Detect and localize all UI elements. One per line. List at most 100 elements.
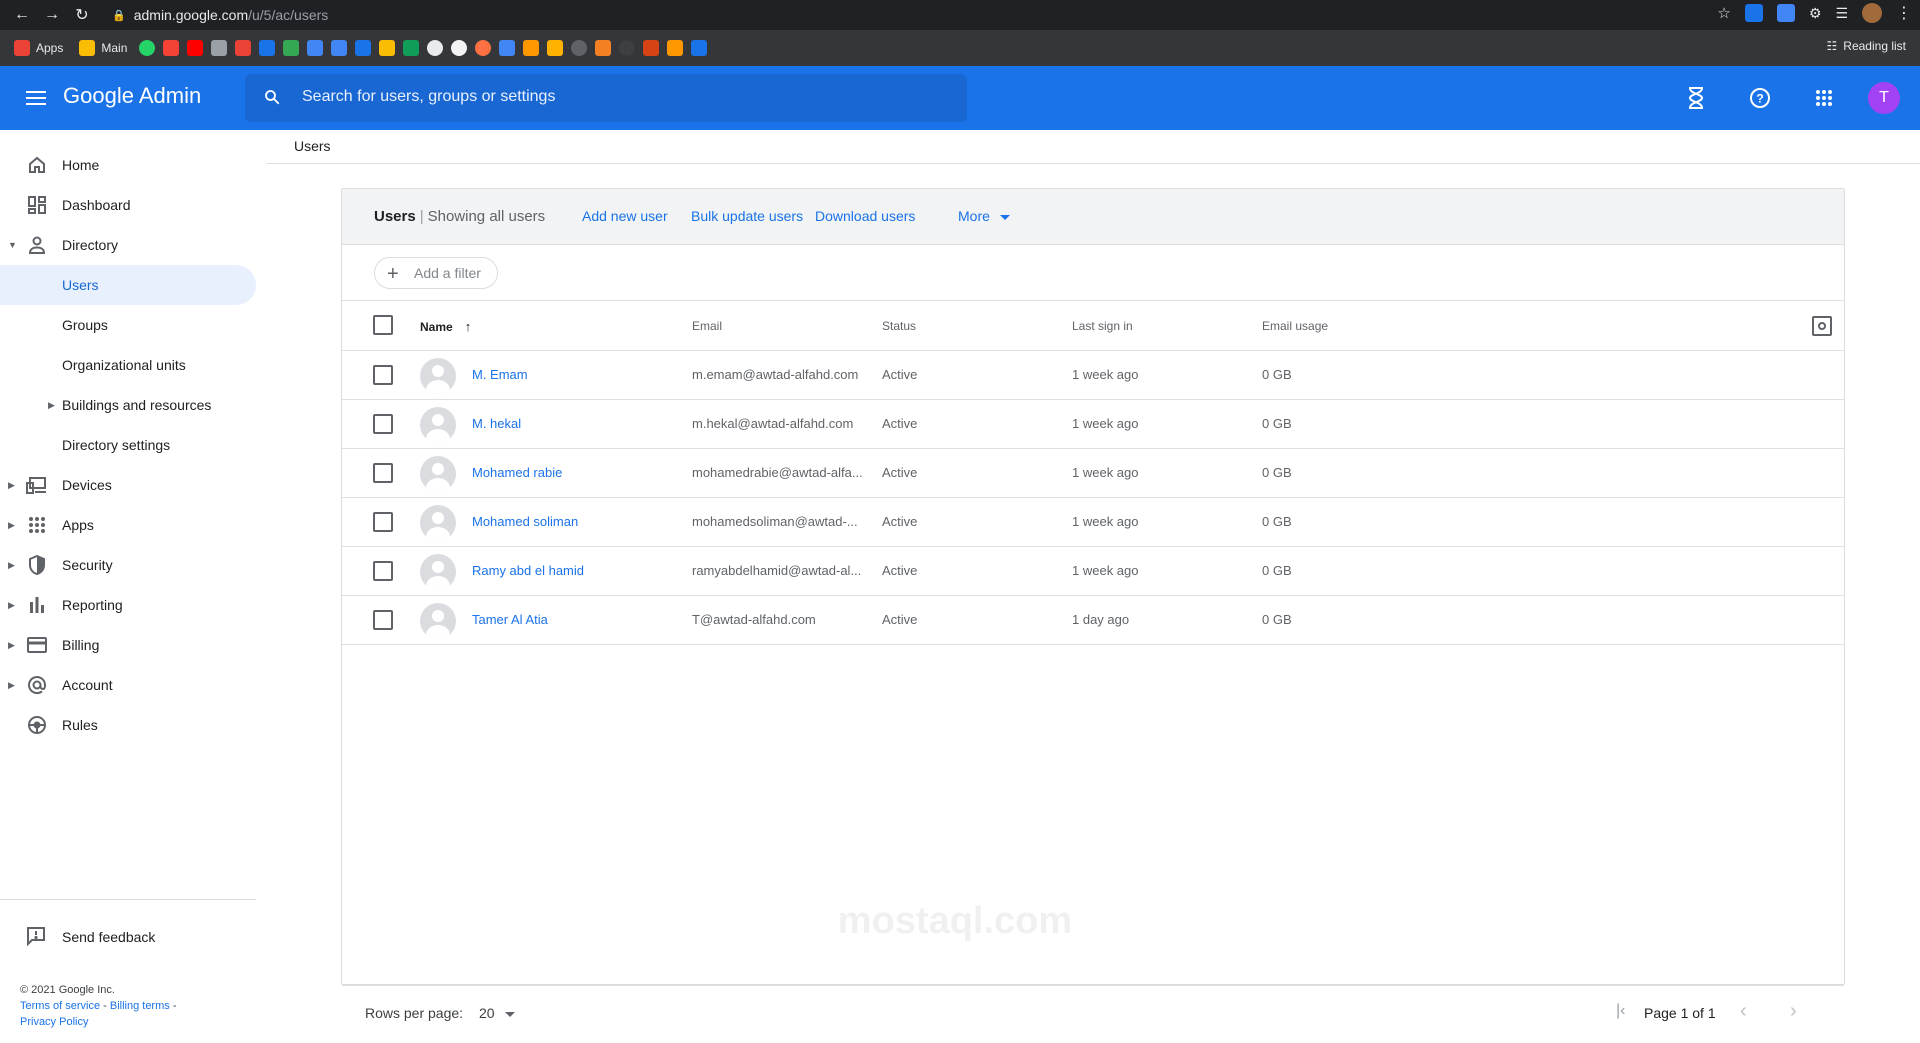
column-settings-icon[interactable] [1812, 316, 1832, 336]
circle-icon[interactable] [475, 40, 492, 56]
sidebar-item-users[interactable]: Users [0, 265, 256, 305]
pdf-icon[interactable] [163, 40, 180, 56]
search-input[interactable]: Search for users, groups or settings [245, 74, 967, 122]
row-checkbox[interactable] [373, 365, 393, 385]
sidebar-item-devices[interactable]: ▶ Devices [0, 465, 256, 505]
hamburger-menu-icon[interactable] [24, 86, 48, 110]
hourglass-icon[interactable] [1676, 78, 1716, 118]
mail-icon[interactable] [211, 40, 228, 56]
sidebar-item-rules[interactable]: Rules [0, 705, 256, 745]
sidebar-item-dashboard[interactable]: Dashboard [0, 185, 256, 225]
add-filter-button[interactable]: + Add a filter [374, 257, 498, 289]
user-name-link[interactable]: M. Emam [472, 367, 528, 382]
caret-right-icon[interactable]: ▶ [48, 400, 55, 411]
caret-right-icon[interactable]: ▶ [8, 520, 15, 531]
dark-circle-icon[interactable] [619, 40, 636, 56]
caret-right-icon[interactable]: ▶ [8, 560, 15, 571]
table-row[interactable]: M. Emam m.emam@awtad-alfahd.com Active 1… [342, 351, 1844, 400]
sidebar-item-home[interactable]: Home [0, 145, 256, 185]
table-row[interactable]: Ramy abd el hamid ramyabdelhamid@awtad-a… [342, 547, 1844, 596]
bookmark-icon[interactable] [259, 40, 276, 56]
sidebar-item-security[interactable]: ▶ Security [0, 545, 256, 585]
user-name-link[interactable]: Mohamed soliman [472, 514, 578, 529]
calendar-icon[interactable] [307, 40, 324, 56]
media-icon[interactable]: ☰ [1835, 5, 1848, 22]
box-icon[interactable] [523, 40, 540, 56]
youtube-icon[interactable] [187, 40, 204, 56]
help-icon[interactable]: ? [1740, 78, 1780, 118]
bookmark-main[interactable]: Main [75, 38, 131, 58]
caret-right-icon[interactable]: ▶ [8, 640, 15, 651]
whatsapp-icon[interactable] [139, 40, 156, 56]
translate-icon[interactable] [1776, 4, 1795, 22]
column-email-usage[interactable]: Email usage [1262, 319, 1328, 333]
sidebar-item-apps[interactable]: ▶ Apps [0, 505, 256, 545]
sidebar-item-directory[interactable]: ▼ Directory [0, 225, 256, 265]
first-page-icon[interactable]: |‹ [1616, 1002, 1625, 1020]
puzzle-icon[interactable]: ⚙ [1809, 5, 1822, 22]
back-icon[interactable]: ← [10, 3, 34, 27]
user-name-link[interactable]: Ramy abd el hamid [472, 563, 584, 578]
profile-avatar[interactable] [1862, 3, 1882, 23]
row-checkbox[interactable] [373, 561, 393, 581]
gmail-icon[interactable] [235, 40, 252, 56]
gear-icon[interactable] [571, 40, 588, 56]
select-all-checkbox[interactable] [373, 315, 393, 335]
translate-icon[interactable] [331, 40, 348, 56]
sidebar-item-account[interactable]: ▶ Account [0, 665, 256, 705]
menu-dots-icon[interactable]: ⋮ [1896, 3, 1912, 23]
row-checkbox[interactable] [373, 512, 393, 532]
ads-icon[interactable] [499, 40, 516, 56]
sidebar-item-billing[interactable]: ▶ Billing [0, 625, 256, 665]
table-row[interactable]: Mohamed soliman mohamedsoliman@awtad-...… [342, 498, 1844, 547]
reload-icon[interactable]: ↻ [70, 3, 94, 27]
caret-right-icon[interactable]: ▶ [8, 680, 15, 691]
download-users-button[interactable]: Download users [815, 208, 915, 224]
address-bar[interactable]: 🔒 admin.google.com/u/5/ac/users [112, 3, 1702, 27]
maps-icon[interactable] [283, 40, 300, 56]
reading-list[interactable]: ☷ Reading list [1827, 39, 1906, 53]
previous-page-icon[interactable]: ‹ [1740, 1000, 1747, 1023]
column-name[interactable]: Name ↑ [420, 319, 471, 334]
package-icon[interactable] [547, 40, 564, 56]
github-icon[interactable] [427, 40, 444, 56]
chevron-icon[interactable] [691, 40, 708, 56]
user-name-link[interactable]: Tamer Al Atia [472, 612, 548, 627]
table-row[interactable]: Mohamed rabie mohamedrabie@awtad-alfa...… [342, 449, 1844, 498]
apps-grid-icon[interactable] [1804, 78, 1844, 118]
bulk-update-users-button[interactable]: Bulk update users [691, 208, 803, 224]
rows-per-page-select[interactable]: 20 [479, 1005, 515, 1021]
bookmark-apps[interactable]: Apps [10, 38, 67, 58]
forward-icon[interactable]: → [40, 3, 64, 27]
sidebar-item-organizational-units[interactable]: Organizational units [0, 345, 256, 385]
docs-icon[interactable] [355, 40, 372, 56]
column-email[interactable]: Email [692, 319, 722, 333]
user-name-link[interactable]: Mohamed rabie [472, 465, 562, 480]
privacy-link[interactable]: Privacy Policy [20, 1016, 88, 1028]
sidebar-item-buildings-and-resources[interactable]: ▶ Buildings and resources [0, 385, 256, 425]
account-avatar[interactable]: T [1868, 82, 1900, 114]
row-checkbox[interactable] [373, 414, 393, 434]
column-last-sign-in[interactable]: Last sign in [1072, 319, 1133, 333]
app-brand[interactable]: Google Admin [63, 83, 201, 109]
table-row[interactable]: Tamer Al Atia T@awtad-alfahd.com Active … [342, 596, 1844, 645]
caret-down-icon[interactable]: ▼ [8, 240, 17, 250]
sidebar-item-directory-settings[interactable]: Directory settings [0, 425, 256, 465]
stack-icon[interactable] [595, 40, 612, 56]
user-name-link[interactable]: M. hekal [472, 416, 521, 431]
grid-icon[interactable] [667, 40, 684, 56]
drive-icon[interactable] [403, 40, 420, 56]
sidebar-item-reporting[interactable]: ▶ Reporting [0, 585, 256, 625]
keep-icon[interactable] [379, 40, 396, 56]
add-new-user-button[interactable]: Add new user [582, 208, 668, 224]
caret-right-icon[interactable]: ▶ [8, 600, 15, 611]
send-feedback-button[interactable]: Send feedback [0, 917, 256, 957]
more-button[interactable]: More [958, 208, 1010, 224]
star-icon[interactable]: ☆ [1717, 4, 1730, 22]
square-icon[interactable] [643, 40, 660, 56]
sidebar-item-groups[interactable]: Groups [0, 305, 256, 345]
column-status[interactable]: Status [882, 319, 916, 333]
row-checkbox[interactable] [373, 463, 393, 483]
terms-link[interactable]: Terms of service [20, 1000, 100, 1012]
next-page-icon[interactable]: › [1790, 1000, 1797, 1023]
